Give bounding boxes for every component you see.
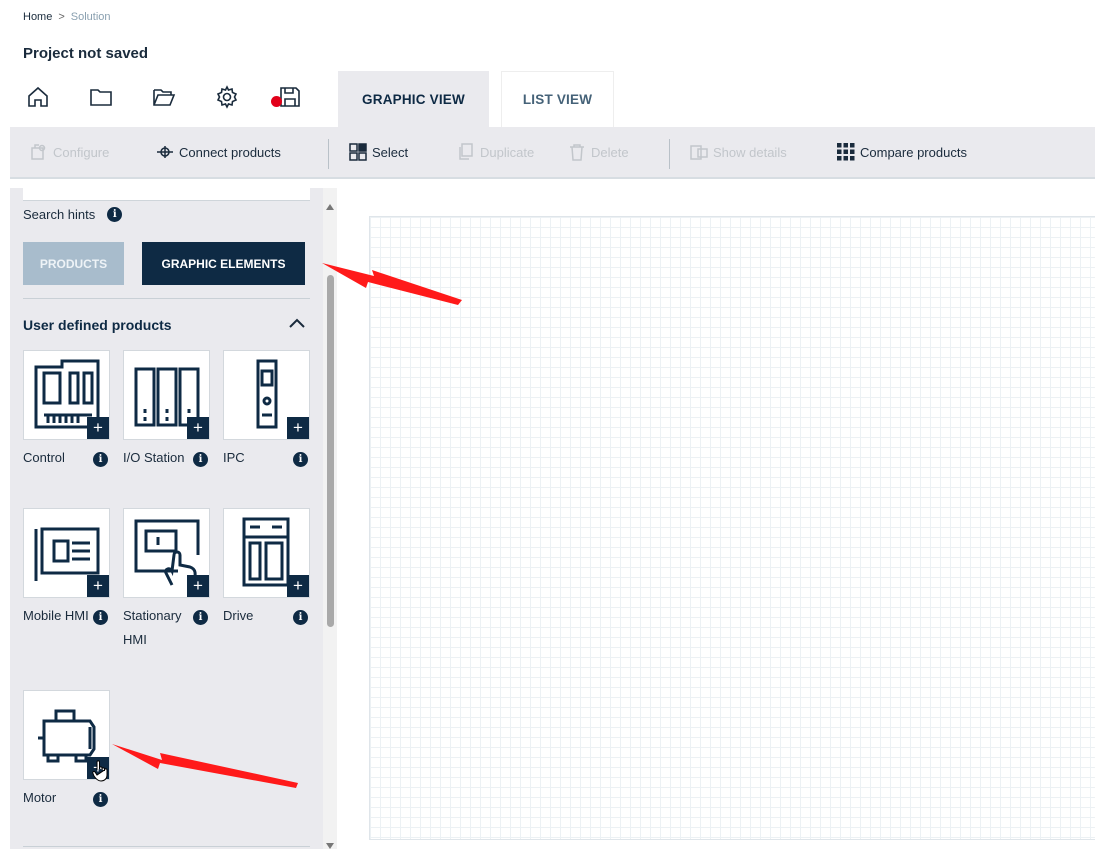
delete-button[interactable]: Delete [568, 143, 629, 161]
tile-label-motor: Motor [23, 790, 57, 805]
product-tile-stationary-hmi[interactable]: + [123, 508, 210, 598]
info-icon[interactable]: i [293, 610, 308, 625]
hand-cursor-icon [92, 760, 108, 782]
show-details-label: Show details [713, 144, 787, 160]
trash-icon [570, 144, 584, 161]
select-grid-icon [349, 143, 367, 161]
chevron-up-icon [289, 318, 305, 328]
toolbar: Configure Connect products Select Duplic… [10, 127, 1095, 179]
add-icon[interactable]: + [87, 575, 109, 597]
duplicate-label: Duplicate [480, 144, 535, 160]
breadcrumb-home[interactable]: Home [23, 11, 52, 23]
unsaved-indicator-dot [271, 96, 282, 107]
info-icon[interactable]: i [193, 610, 208, 625]
sidebar-divider [23, 298, 310, 299]
scrollbar-thumb[interactable] [327, 275, 334, 627]
breadcrumb-current: Solution [70, 11, 111, 23]
select-label: Select [372, 144, 409, 160]
scroll-up-arrow[interactable] [326, 204, 334, 210]
info-icon[interactable]: i [193, 452, 208, 467]
gear-icon [216, 85, 238, 109]
tile-label-mobile-hmi: Mobile HMI [23, 608, 89, 623]
search-input[interactable] [23, 188, 310, 201]
toolbar-divider [328, 139, 329, 169]
duplicate-icon [459, 143, 473, 160]
save-icon [280, 87, 300, 107]
add-icon[interactable]: + [187, 417, 209, 439]
section-title: User defined products [23, 317, 172, 333]
sidebar-divider [23, 846, 310, 847]
configure-icon [31, 144, 46, 160]
folder-icon [90, 89, 112, 106]
compare-products-label: Compare products [860, 144, 967, 160]
tile-label-io-station: I/O Station [123, 450, 185, 465]
product-tile-ipc[interactable]: + [223, 350, 310, 440]
new-project-button[interactable] [86, 82, 149, 112]
configure-label: Configure [53, 144, 110, 160]
folder-open-icon [153, 89, 176, 106]
home-icon [28, 86, 48, 107]
details-icon [690, 145, 708, 160]
tile-label-drive: Drive [223, 608, 254, 623]
product-tile-control[interactable]: + [23, 350, 110, 440]
open-project-button[interactable] [149, 82, 212, 112]
tile-label-control: Control [23, 450, 65, 465]
products-toggle-button[interactable]: PRODUCTS [23, 242, 124, 285]
product-sidebar: Search hints i PRODUCTS GRAPHIC ELEMENTS… [10, 188, 323, 849]
delete-label: Delete [591, 144, 629, 160]
product-tile-io-station[interactable]: + [123, 350, 210, 440]
collapse-section-button[interactable] [288, 316, 306, 330]
scroll-down-arrow[interactable] [326, 843, 334, 849]
settings-button[interactable] [212, 82, 275, 112]
info-icon[interactable]: i [93, 452, 108, 467]
home-button[interactable] [23, 82, 86, 112]
graphic-canvas[interactable] [369, 216, 1095, 840]
search-hints: Search hints i [23, 207, 123, 222]
add-icon[interactable]: + [187, 575, 209, 597]
add-icon[interactable]: + [287, 575, 309, 597]
add-icon[interactable]: + [287, 417, 309, 439]
connect-products-button[interactable]: Connect products [156, 143, 281, 161]
page-title: Project not saved [23, 45, 149, 62]
breadcrumb: Home > Solution [23, 11, 111, 23]
tab-list-view[interactable]: LIST VIEW [501, 71, 614, 127]
duplicate-button[interactable]: Duplicate [457, 143, 534, 161]
save-button[interactable] [275, 82, 338, 112]
tile-label-ipc: IPC [223, 450, 245, 465]
toolbar-divider [669, 139, 670, 169]
add-icon[interactable]: + [87, 417, 109, 439]
graphic-elements-toggle-button[interactable]: GRAPHIC ELEMENTS [142, 242, 305, 285]
show-details-button[interactable]: Show details [690, 143, 787, 161]
search-hints-label: Search hints [23, 207, 96, 222]
configure-button[interactable]: Configure [30, 143, 109, 161]
info-icon[interactable]: i [107, 207, 123, 222]
info-icon[interactable]: i [293, 452, 308, 467]
grid-dots-icon [837, 143, 855, 161]
breadcrumb-separator: > [58, 11, 65, 23]
info-icon[interactable]: i [93, 610, 108, 625]
product-tile-mobile-hmi[interactable]: + [23, 508, 110, 598]
connect-icon [157, 146, 173, 158]
connect-products-label: Connect products [179, 144, 281, 160]
tile-label-stationary-hmi: Stationary HMI [123, 608, 182, 647]
compare-products-button[interactable]: Compare products [837, 143, 967, 161]
product-tile-drive[interactable]: + [223, 508, 310, 598]
info-icon[interactable]: i [93, 792, 108, 807]
project-icon-row [23, 82, 338, 112]
select-button[interactable]: Select [349, 143, 408, 161]
tab-graphic-view[interactable]: GRAPHIC VIEW [338, 71, 489, 127]
